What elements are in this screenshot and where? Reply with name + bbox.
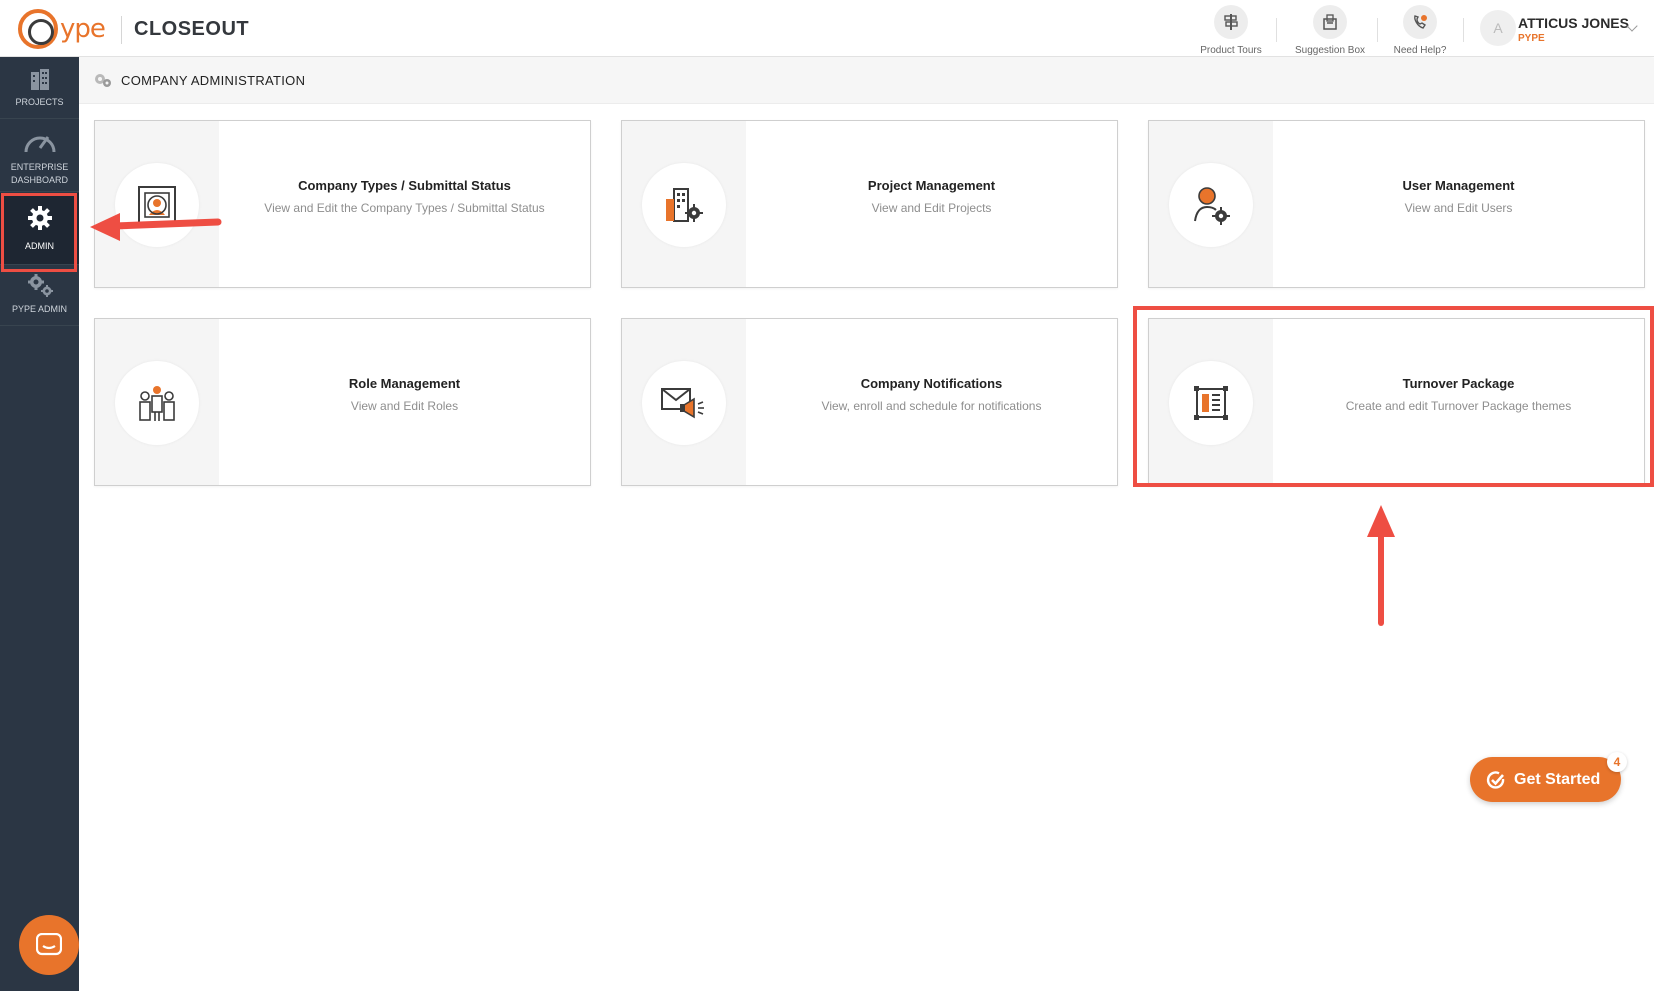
sidebar-item-label: PYPE ADMIN — [11, 304, 67, 314]
suggestion-box-button[interactable]: Suggestion Box — [1285, 5, 1375, 56]
header-divider — [1276, 18, 1277, 42]
card-project-management[interactable]: Project Management View and Edit Project… — [621, 120, 1118, 288]
turnover-highlight-annotation — [1133, 306, 1654, 487]
card-title: Project Management — [867, 178, 996, 193]
card-description: View and Edit the Company Types / Submit… — [264, 201, 545, 215]
company-admin-icon — [95, 74, 111, 87]
gears-icon — [27, 274, 53, 297]
card-title: Company Types / Submittal Status — [298, 178, 511, 193]
avatar: A — [1480, 10, 1516, 46]
annotation-arrow-up-icon — [1367, 505, 1395, 626]
card-title: Role Management — [348, 376, 461, 391]
card-title: User Management — [1402, 178, 1515, 193]
logo-text: ype — [60, 14, 106, 44]
phone-help-icon — [1403, 5, 1437, 39]
need-help-label: Need Help? — [1393, 45, 1447, 56]
product-tours-button[interactable]: Product Tours — [1186, 5, 1276, 56]
top-header: ype CLOSEOUT Product Tours Suggestion Bo… — [0, 0, 1654, 57]
page-header: COMPANY ADMINISTRATION — [79, 58, 1654, 104]
admin-highlight-annotation — [1, 193, 77, 272]
mail-megaphone-icon — [661, 388, 704, 419]
building-icon — [30, 69, 49, 90]
sidebar-item-label: DASHBOARD — [10, 175, 68, 185]
user-org: PYPE — [1518, 33, 1545, 44]
app-name: CLOSEOUT — [134, 18, 250, 40]
suggestion-box-icon — [1313, 5, 1347, 39]
chat-icon — [36, 933, 62, 956]
need-help-button[interactable]: Need Help? — [1375, 5, 1465, 56]
product-tours-label: Product Tours — [1200, 45, 1262, 56]
card-user-management[interactable]: User Management View and Edit Users — [1148, 120, 1645, 288]
card-title: Company Notifications — [860, 376, 1003, 391]
card-description: View and Edit Users — [1404, 201, 1513, 215]
user-name: ATTICUS JONES — [1518, 15, 1629, 31]
card-description: View and Edit Roles — [350, 399, 459, 413]
page-title: COMPANY ADMINISTRATION — [121, 73, 306, 88]
logo-ring-icon — [18, 9, 58, 49]
check-circle-icon — [1486, 770, 1505, 789]
sidebar-item-label: PROJECTS — [15, 97, 64, 107]
sidebar-item-enterprise-dashboard[interactable]: ENTERPRISE DASHBOARD — [0, 120, 79, 192]
card-description: View and Edit Projects — [871, 201, 992, 215]
suggestion-box-label: Suggestion Box — [1294, 45, 1366, 56]
header-divider — [1463, 18, 1464, 42]
team-icon — [139, 386, 175, 421]
annotation-arrow-left-icon — [90, 213, 222, 241]
chat-launcher-button[interactable] — [19, 915, 79, 975]
brand-divider — [121, 16, 122, 44]
card-company-types[interactable]: Company Types / Submittal Status View an… — [94, 120, 591, 288]
sidebar-item-label: ENTERPRISE — [10, 162, 69, 172]
building-gear-icon — [666, 188, 703, 222]
signpost-icon — [1214, 5, 1248, 39]
pype-logo[interactable]: ype — [18, 8, 106, 50]
card-company-notifications[interactable]: Company Notifications View, enroll and s… — [621, 318, 1118, 486]
sidebar-item-projects[interactable]: PROJECTS — [0, 57, 79, 119]
get-started-count-badge: 4 — [1607, 752, 1627, 772]
card-description: View, enroll and schedule for notificati… — [821, 399, 1042, 413]
sidebar-item-pype-admin[interactable]: PYPE ADMIN — [0, 266, 79, 326]
get-started-label: Get Started — [1514, 770, 1601, 788]
card-role-management[interactable]: Role Management View and Edit Roles — [94, 318, 591, 486]
get-started-button[interactable]: Get Started — [1470, 757, 1621, 802]
user-gear-icon — [1194, 187, 1230, 225]
user-menu[interactable]: A ATTICUS JONES PYPE — [1480, 10, 1650, 50]
speedometer-icon — [24, 136, 55, 153]
